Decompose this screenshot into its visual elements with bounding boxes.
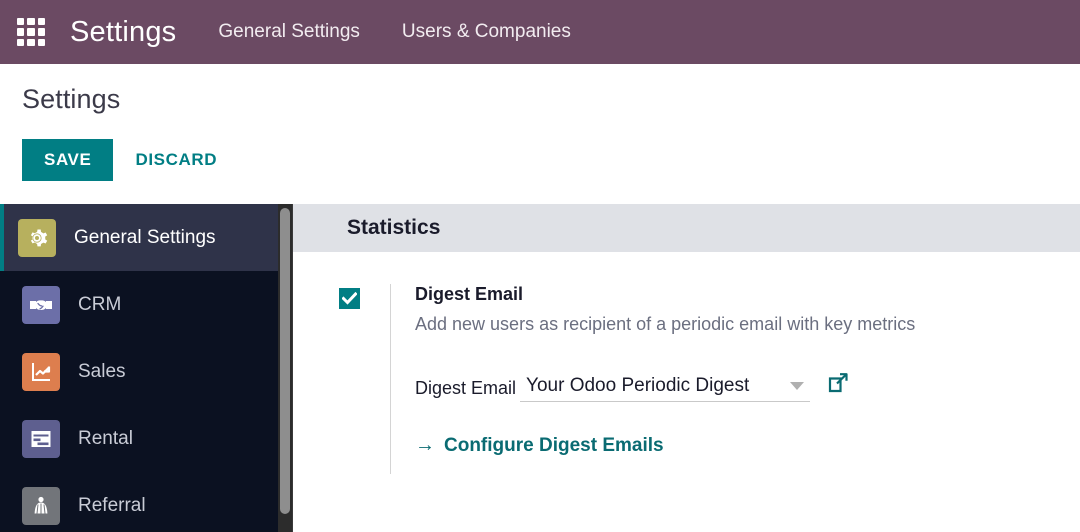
control-panel: Settings SAVE DISCARD [0,64,1080,204]
sidebar-item-label: CRM [78,293,122,315]
sidebar-item-general-settings[interactable]: General Settings [0,204,292,271]
sidebar-item-sales[interactable]: Sales [0,338,292,405]
sidebar-item-label: Rental [78,427,133,449]
person-icon [22,486,60,525]
arrow-right-icon: → [415,434,435,456]
digest-email-setting: Digest Email Add new users as recipient … [293,252,1080,474]
sidebar-item-referral[interactable]: Referral [0,472,292,532]
save-button[interactable]: SAVE [22,139,114,181]
nav-item-users-companies[interactable]: Users & Companies [402,21,571,43]
page-title: Settings [22,84,121,114]
configure-digest-emails-link[interactable]: → Configure Digest Emails [415,434,664,457]
settings-content: Statistics Digest Email Add new users as… [292,204,1080,532]
digest-email-description: Add new users as recipient of a periodic… [415,314,916,334]
grid-cell [37,38,45,46]
person-glyph [34,496,48,514]
brand-title[interactable]: Settings [70,16,176,49]
handshake-icon [22,285,60,324]
gear-icon [18,218,56,257]
grid-cell [37,18,45,26]
apps-grid-icon[interactable] [14,15,48,49]
sidebar-scrollbar[interactable] [278,204,292,532]
digest-email-field-row: Digest Email Your Odoo Periodic Digest [415,371,915,402]
top-navbar: Settings General Settings Users & Compan… [0,0,1080,64]
external-link-icon[interactable] [826,371,850,402]
grid-cell [37,28,45,36]
sidebar-item-label: Sales [78,360,126,382]
digest-email-content: Digest Email Add new users as recipient … [391,284,915,474]
sidebar-item-label: General Settings [74,226,216,248]
digest-email-field-label: Digest Email [415,378,517,398]
gear-glyph [30,229,48,246]
sidebar-scrollbar-thumb[interactable] [280,208,290,514]
digest-email-select-value: Your Odoo Periodic Digest [526,375,750,396]
configure-digest-emails-label: Configure Digest Emails [444,434,664,456]
statistics-section-header: Statistics [293,204,1080,252]
digest-email-title: Digest Email [415,284,524,304]
grid-cell [27,18,35,26]
checkmark-icon [342,292,357,305]
nav-item-general-settings[interactable]: General Settings [218,21,360,43]
discard-button[interactable]: DISCARD [135,150,217,170]
sidebar-item-rental[interactable]: Rental [0,405,292,472]
handshake-glyph [30,299,52,310]
grid-cell [27,28,35,36]
grid-cell [17,18,25,26]
sidebar-item-label: Referral [78,494,146,516]
chevron-down-icon[interactable] [790,382,805,390]
settings-body: General Settings CRM Sales Rental Referr… [0,204,1080,532]
sidebar-item-crm[interactable]: CRM [0,271,292,338]
action-buttons: SAVE DISCARD [22,139,1080,181]
chart-up-icon [22,352,60,391]
section-title: Statistics [347,216,441,239]
digest-email-select[interactable]: Your Odoo Periodic Digest [520,375,811,402]
external-link-glyph [828,373,848,393]
grid-cell [17,38,25,46]
calendar-glyph [31,430,51,447]
chart-up-glyph [32,362,51,381]
calendar-icon [22,419,60,458]
grid-cell [17,28,25,36]
settings-sidebar: General Settings CRM Sales Rental Referr… [0,204,292,532]
digest-email-checkbox[interactable] [339,288,360,309]
grid-cell [27,38,35,46]
